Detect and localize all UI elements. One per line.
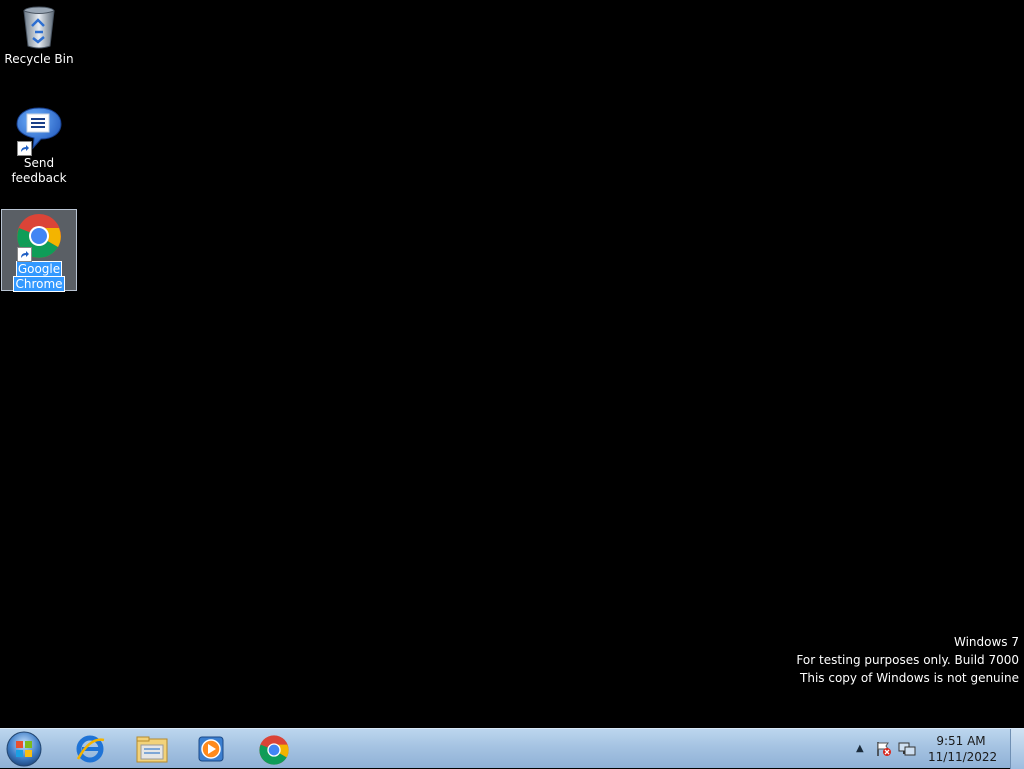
desktop[interactable]: Recycle Bin Send feedback Google Chrome … [0,0,1024,728]
windows-explorer-icon [136,736,168,763]
send-feedback-icon [15,106,63,156]
taskbar-internet-explorer[interactable] [62,731,120,767]
clock-time: 9:51 AM [936,734,986,748]
desktop-icon-send-feedback[interactable]: Send feedback [1,106,77,186]
desktop-icon-recycle-bin[interactable]: Recycle Bin [1,2,77,67]
network-icon[interactable] [898,741,916,757]
desktop-icon-label-editing[interactable]: Google Chrome [2,261,76,292]
notification-area: ▲ 9:51 AM 11/11/2022 [846,729,1006,769]
start-button[interactable] [4,730,46,768]
show-desktop-button[interactable] [1010,729,1024,769]
taskbar-media-player[interactable] [183,731,241,767]
label-line-2: Chrome [13,276,65,292]
desktop-icon-google-chrome[interactable]: Google Chrome [1,209,77,292]
clock-date: 11/11/2022 [928,750,998,764]
taskbar: ▲ 9:51 AM 11/11/2022 [0,728,1024,769]
taskbar-google-chrome[interactable] [245,731,303,767]
shortcut-arrow-icon [17,141,32,156]
desktop-icon-label: Recycle Bin [4,52,74,66]
windows-watermark: Windows 7 For testing purposes only. Bui… [796,633,1019,687]
clock[interactable]: 9:51 AM 11/11/2022 [928,733,998,765]
show-hidden-icons-arrow-icon[interactable]: ▲ [856,743,864,754]
action-center-flag-icon[interactable] [876,741,892,757]
watermark-genuine: This copy of Windows is not genuine [800,671,1019,685]
shortcut-arrow-icon [17,247,32,262]
media-player-icon [198,736,224,762]
label-line-1: Send [23,156,55,170]
desktop-icon-label: Send feedback [1,156,77,186]
watermark-build: For testing purposes only. Build 7000 [796,653,1019,667]
google-chrome-icon [259,735,289,765]
recycle-bin-icon [15,2,63,50]
label-line-1: Google [15,261,63,277]
internet-explorer-icon [76,735,105,763]
google-chrome-icon [15,212,63,262]
taskbar-windows-explorer[interactable] [122,731,180,767]
label-line-2: feedback [11,171,67,185]
watermark-title: Windows 7 [953,635,1019,649]
